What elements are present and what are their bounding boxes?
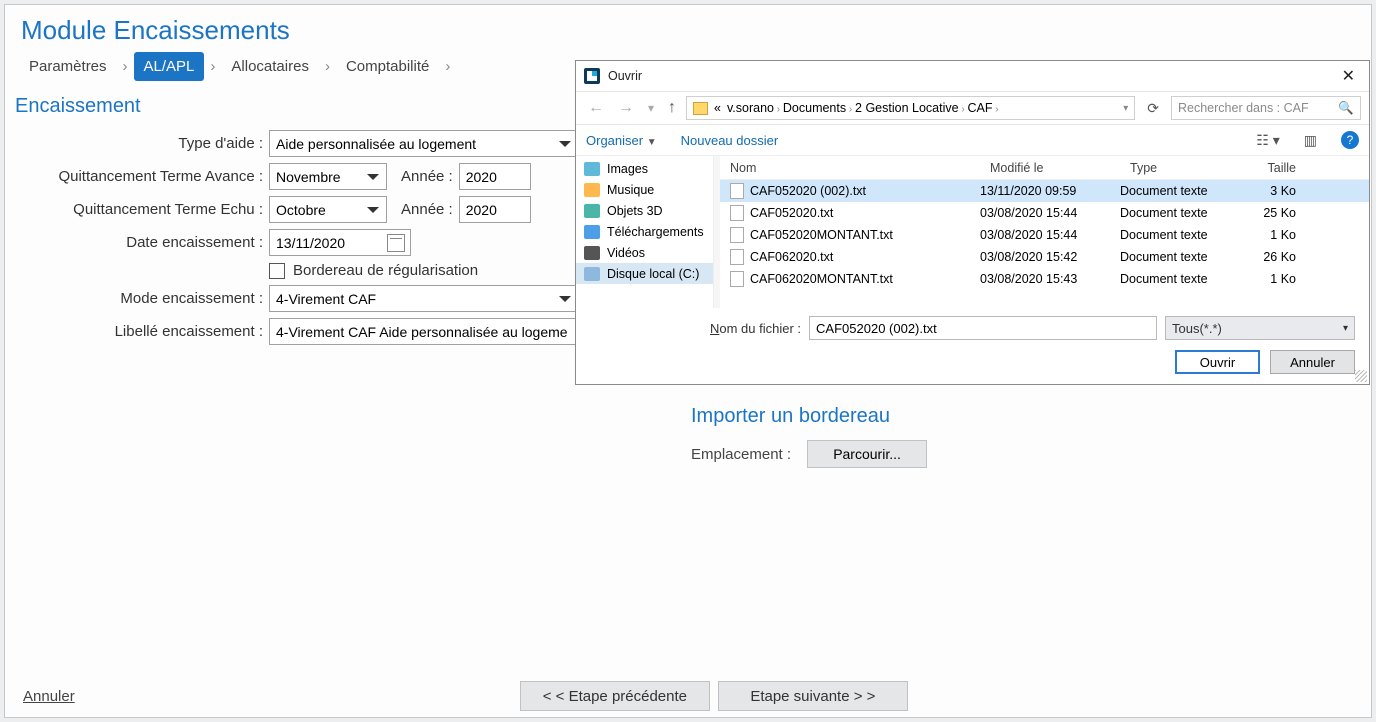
- select-type-aide[interactable]: Aide personnalisée au logement: [269, 130, 579, 157]
- next-step-button[interactable]: Etape suivante > >: [718, 681, 908, 711]
- chevron-right-icon: ›: [992, 104, 998, 115]
- label-terme-echu: Quittancement Terme Echu :: [15, 201, 269, 218]
- folder-icon: [584, 204, 600, 218]
- folder-icon: [693, 102, 708, 115]
- search-icon: 🔍: [1338, 101, 1354, 116]
- file-type-filter[interactable]: Tous(*.*)▾: [1165, 316, 1355, 340]
- file-icon: [730, 205, 744, 221]
- open-button[interactable]: Ouvrir: [1175, 350, 1260, 374]
- filename-input[interactable]: [809, 316, 1157, 340]
- browse-button[interactable]: Parcourir...: [807, 440, 927, 468]
- chevron-right-icon: ›: [325, 58, 330, 75]
- file-icon: [730, 183, 744, 199]
- search-input[interactable]: Rechercher dans : CAF 🔍: [1171, 96, 1361, 120]
- tab-paramètres[interactable]: Paramètres: [19, 52, 117, 81]
- select-mode-enc[interactable]: 4-Virement CAF: [269, 285, 579, 312]
- label-type-aide: Type d'aide :: [15, 135, 269, 152]
- folder-icon: [584, 225, 600, 239]
- folder-icon: [584, 246, 600, 260]
- label-date-enc: Date encaissement :: [15, 234, 269, 251]
- preview-pane-icon[interactable]: ▥: [1304, 132, 1317, 149]
- tree-item[interactable]: Musique: [576, 179, 713, 200]
- input-annee-avance[interactable]: [459, 163, 531, 190]
- chevron-right-icon: ›: [846, 104, 855, 115]
- file-icon: [730, 227, 744, 243]
- path-segment[interactable]: CAF: [967, 101, 992, 115]
- nav-up-icon[interactable]: ↑: [664, 99, 680, 117]
- file-row[interactable]: CAF052020 (002).txt13/11/2020 09:59Docum…: [720, 180, 1369, 202]
- label-bordereau: Bordereau de régularisation: [293, 262, 478, 279]
- file-row[interactable]: CAF052020.txt03/08/2020 15:44Document te…: [720, 202, 1369, 224]
- dialog-title: Ouvrir: [608, 69, 642, 83]
- path-prefix: «: [714, 101, 721, 115]
- nav-back-icon[interactable]: ←: [584, 99, 608, 117]
- select-terme-avance[interactable]: Novembre: [269, 163, 387, 190]
- refresh-icon[interactable]: ⟳: [1141, 100, 1165, 117]
- view-mode-icon[interactable]: ☷ ▾: [1256, 132, 1279, 149]
- close-icon[interactable]: ✕: [1336, 64, 1361, 88]
- label-libelle-enc: Libellé encaissement :: [15, 323, 269, 340]
- cancel-button[interactable]: Annuler: [1270, 350, 1355, 374]
- folder-icon: [584, 162, 600, 176]
- path-segment[interactable]: v.sorano: [727, 101, 774, 115]
- path-segment[interactable]: Documents: [783, 101, 846, 115]
- tab-allocataires[interactable]: Allocataires: [221, 52, 319, 81]
- tab-comptabilité[interactable]: Comptabilité: [336, 52, 439, 81]
- tree-item[interactable]: Téléchargements: [576, 221, 713, 242]
- file-icon: [730, 271, 744, 287]
- chevron-right-icon: ›: [445, 58, 450, 75]
- tree-item[interactable]: Disque local (C:): [576, 263, 713, 284]
- section-import: Importer un bordereau: [691, 405, 927, 436]
- path-segment[interactable]: 2 Gestion Locative: [855, 101, 959, 115]
- checkbox-bordereau[interactable]: [269, 263, 285, 279]
- chevron-down-icon[interactable]: ▾: [1123, 103, 1128, 114]
- label-annee-avance: Année :: [401, 168, 459, 185]
- nav-recent-icon[interactable]: ▾: [644, 101, 658, 115]
- input-libelle-enc[interactable]: [269, 318, 579, 345]
- new-folder-button[interactable]: Nouveau dossier: [681, 133, 779, 148]
- folder-icon: [584, 267, 600, 281]
- label-emplacement: Emplacement :: [691, 446, 791, 463]
- folder-tree[interactable]: ImagesMusiqueObjets 3DTéléchargementsVid…: [576, 156, 714, 308]
- prev-step-button[interactable]: < < Etape précédente: [520, 681, 710, 711]
- address-bar[interactable]: « v.sorano › Documents › 2 Gestion Locat…: [686, 96, 1135, 120]
- label-annee-echu: Année :: [401, 201, 459, 218]
- chevron-right-icon: ›: [210, 58, 215, 75]
- file-icon: [730, 249, 744, 265]
- column-headers[interactable]: Nom Modifié le Type Taille: [720, 156, 1369, 180]
- search-placeholder: Rechercher dans : CAF: [1178, 101, 1309, 115]
- cancel-link[interactable]: Annuler: [23, 688, 75, 705]
- file-open-dialog: Ouvrir ✕ ← → ▾ ↑ « v.sorano › Documents …: [575, 60, 1370, 385]
- folder-icon: [584, 183, 600, 197]
- label-terme-avance: Quittancement Terme Avance :: [15, 168, 269, 185]
- file-row[interactable]: CAF062020MONTANT.txt03/08/2020 15:43Docu…: [720, 268, 1369, 290]
- input-annee-echu[interactable]: [459, 196, 531, 223]
- file-row[interactable]: CAF052020MONTANT.txt03/08/2020 15:44Docu…: [720, 224, 1369, 246]
- resize-grip[interactable]: [1355, 370, 1367, 382]
- organize-menu[interactable]: Organiser ▼: [586, 133, 657, 148]
- calendar-icon[interactable]: [387, 234, 405, 252]
- chevron-right-icon: ›: [774, 104, 783, 115]
- label-mode-enc: Mode encaissement :: [15, 290, 269, 307]
- tree-item[interactable]: Objets 3D: [576, 200, 713, 221]
- file-row[interactable]: CAF062020.txt03/08/2020 15:42Document te…: [720, 246, 1369, 268]
- tab-al/apl[interactable]: AL/APL: [134, 52, 205, 81]
- nav-fwd-icon[interactable]: →: [614, 99, 638, 117]
- app-icon: [584, 68, 600, 84]
- tree-item[interactable]: Images: [576, 158, 713, 179]
- help-icon[interactable]: ?: [1341, 131, 1359, 149]
- select-terme-echu[interactable]: Octobre: [269, 196, 387, 223]
- chevron-right-icon: ›: [123, 58, 128, 75]
- tree-item[interactable]: Vidéos: [576, 242, 713, 263]
- page-title: Module Encaissements: [5, 5, 1371, 52]
